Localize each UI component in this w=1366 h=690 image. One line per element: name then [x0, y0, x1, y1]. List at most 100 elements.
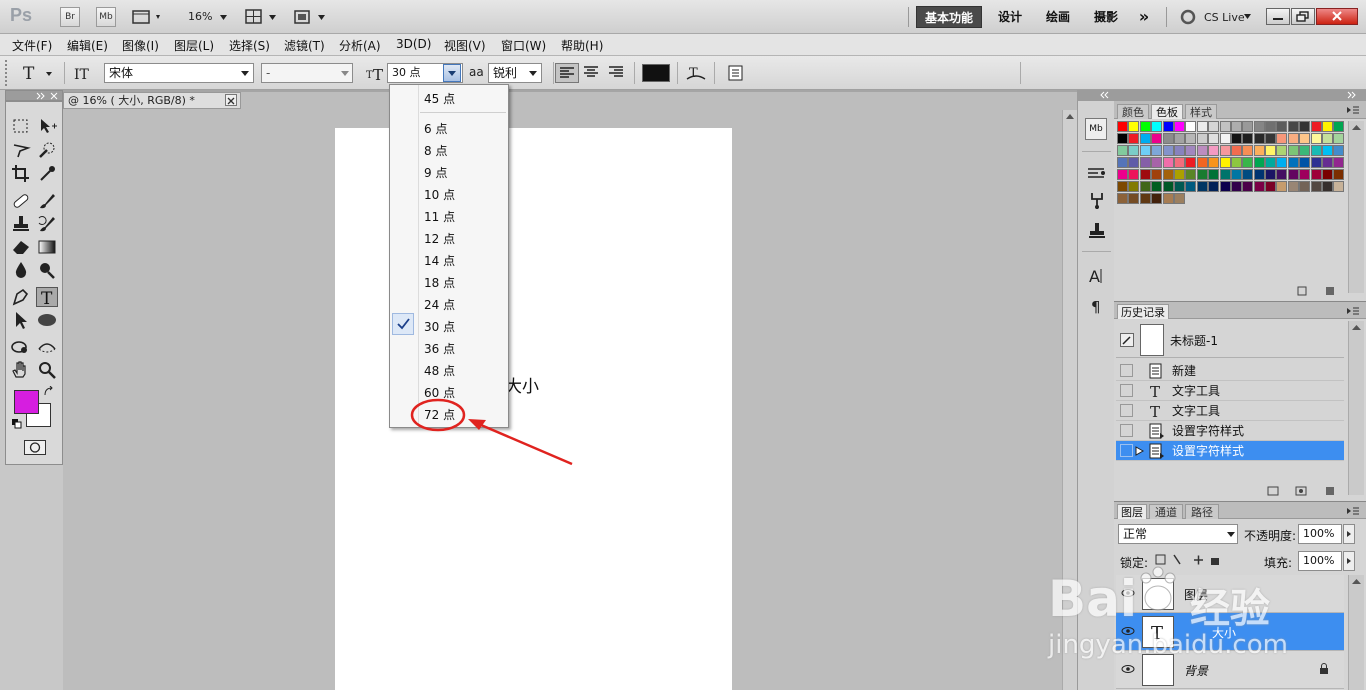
color-swatch[interactable]: [1117, 121, 1128, 132]
collapse-toolbox-icon[interactable]: [36, 92, 60, 100]
color-swatch[interactable]: [1151, 169, 1163, 180]
font-size-option-12[interactable]: 12 点: [424, 230, 455, 247]
color-swatch[interactable]: [1208, 133, 1220, 144]
bridge-button[interactable]: Br: [60, 7, 80, 27]
crop-tool[interactable]: [10, 163, 32, 183]
color-swatch[interactable]: [1230, 133, 1242, 144]
color-swatch[interactable]: [1117, 133, 1128, 144]
menu-edit[interactable]: 编辑(E): [67, 37, 108, 54]
color-swatch[interactable]: [1299, 133, 1311, 144]
color-swatch[interactable]: [1208, 121, 1220, 132]
color-swatch[interactable]: [1173, 133, 1185, 144]
history-brush-tool[interactable]: [36, 214, 58, 234]
color-swatch[interactable]: [1173, 145, 1185, 156]
opacity-slider-button[interactable]: [1343, 524, 1355, 544]
color-swatch[interactable]: [1128, 133, 1140, 144]
color-swatch[interactable]: [1128, 181, 1140, 192]
panel-menu-icon[interactable]: [1346, 307, 1360, 316]
3d-rotate-tool[interactable]: [10, 337, 32, 357]
menu-analysis[interactable]: 分析(A): [339, 37, 381, 54]
color-swatch[interactable]: [1196, 157, 1208, 168]
color-swatch[interactable]: [1196, 145, 1208, 156]
color-swatch[interactable]: [1196, 133, 1208, 144]
align-center-button[interactable]: [580, 63, 604, 83]
foreground-color[interactable]: [14, 390, 39, 414]
menu-3d[interactable]: 3D(D): [396, 37, 431, 51]
scroll-up-icon[interactable]: [1063, 110, 1077, 124]
font-style-select[interactable]: -: [261, 63, 353, 83]
color-swatch[interactable]: [1276, 169, 1288, 180]
color-swatch[interactable]: [1219, 133, 1231, 144]
dodge-tool[interactable]: [36, 260, 58, 280]
history-brush-source-icon[interactable]: [1120, 333, 1134, 347]
color-swatch[interactable]: [1162, 169, 1174, 180]
more-workspaces-button[interactable]: »: [1132, 6, 1156, 28]
color-swatch[interactable]: [1162, 181, 1174, 192]
color-swatch[interactable]: [1287, 181, 1299, 192]
color-swatch[interactable]: [1276, 157, 1288, 168]
color-swatch[interactable]: [1139, 133, 1151, 144]
path-selection-tool[interactable]: [10, 310, 32, 330]
color-swatch[interactable]: [1333, 145, 1345, 156]
brush-presets-icon[interactable]: [1086, 163, 1108, 183]
color-swatch[interactable]: [1185, 145, 1197, 156]
color-swatch[interactable]: [1322, 145, 1334, 156]
history-item[interactable]: T 文字工具: [1116, 401, 1344, 421]
color-swatch[interactable]: [1128, 169, 1140, 180]
font-size-option-14[interactable]: 14 点: [424, 252, 455, 269]
collapse-panels-icon[interactable]: [1347, 91, 1359, 100]
menu-window[interactable]: 窗口(W): [501, 37, 546, 54]
zoom-dropdown-icon[interactable]: [219, 14, 229, 22]
color-swatch[interactable]: [1310, 145, 1322, 156]
color-swatch[interactable]: [1151, 181, 1163, 192]
tool-presets-icon[interactable]: [1086, 221, 1108, 241]
minimize-button[interactable]: [1266, 8, 1290, 25]
color-swatch[interactable]: [1310, 133, 1322, 144]
color-swatch[interactable]: [1230, 169, 1242, 180]
color-swatch[interactable]: [1173, 121, 1185, 132]
color-swatch[interactable]: [1310, 169, 1322, 180]
color-swatch[interactable]: [1253, 145, 1265, 156]
color-swatch[interactable]: [1151, 157, 1163, 168]
view-extras-menu[interactable]: [132, 8, 164, 26]
font-size-option-36[interactable]: 36 点: [424, 340, 455, 357]
dock-header[interactable]: [1077, 90, 1366, 101]
color-swatch[interactable]: [1287, 121, 1299, 132]
color-swatch[interactable]: [1162, 133, 1174, 144]
color-swatch[interactable]: [1287, 169, 1299, 180]
type-tool[interactable]: T: [36, 287, 58, 309]
color-swatch[interactable]: [1173, 193, 1185, 204]
font-size-option-9[interactable]: 9 点: [424, 164, 447, 181]
color-swatch[interactable]: [1128, 193, 1140, 204]
text-color-swatch[interactable]: [642, 64, 670, 82]
menu-file[interactable]: 文件(F): [12, 37, 52, 54]
color-swatch[interactable]: [1242, 145, 1254, 156]
history-item[interactable]: T 文字工具: [1116, 381, 1344, 401]
color-swatch[interactable]: [1310, 157, 1322, 168]
default-colors-icon[interactable]: [11, 418, 23, 430]
color-swatch[interactable]: [1253, 133, 1265, 144]
color-swatch[interactable]: [1333, 121, 1345, 132]
tab-layers[interactable]: 图层: [1117, 504, 1147, 519]
color-swatch[interactable]: [1310, 181, 1322, 192]
color-swatch[interactable]: [1276, 145, 1288, 156]
blend-mode-select[interactable]: 正常: [1118, 524, 1238, 544]
menu-help[interactable]: 帮助(H): [561, 37, 603, 54]
hand-tool[interactable]: [10, 360, 32, 380]
mini-bridge-panel-icon[interactable]: Mb: [1085, 118, 1107, 140]
color-swatch[interactable]: [1185, 133, 1197, 144]
color-swatch[interactable]: [1151, 121, 1163, 132]
quick-selection-tool[interactable]: [36, 140, 58, 160]
move-tool[interactable]: [36, 116, 58, 136]
color-swatch[interactable]: [1242, 169, 1254, 180]
clone-source-icon[interactable]: [1086, 191, 1108, 211]
toggle-text-orientation-icon[interactable]: IT: [72, 64, 90, 82]
color-swatch[interactable]: [1128, 157, 1140, 168]
color-swatch[interactable]: [1185, 157, 1197, 168]
color-swatch[interactable]: [1139, 121, 1151, 132]
fill-input[interactable]: 100%: [1298, 551, 1342, 571]
tab-color[interactable]: 颜色: [1117, 104, 1149, 119]
color-swatch[interactable]: [1265, 169, 1277, 180]
swatches-scrollbar[interactable]: [1348, 121, 1364, 293]
color-swatch[interactable]: [1162, 145, 1174, 156]
